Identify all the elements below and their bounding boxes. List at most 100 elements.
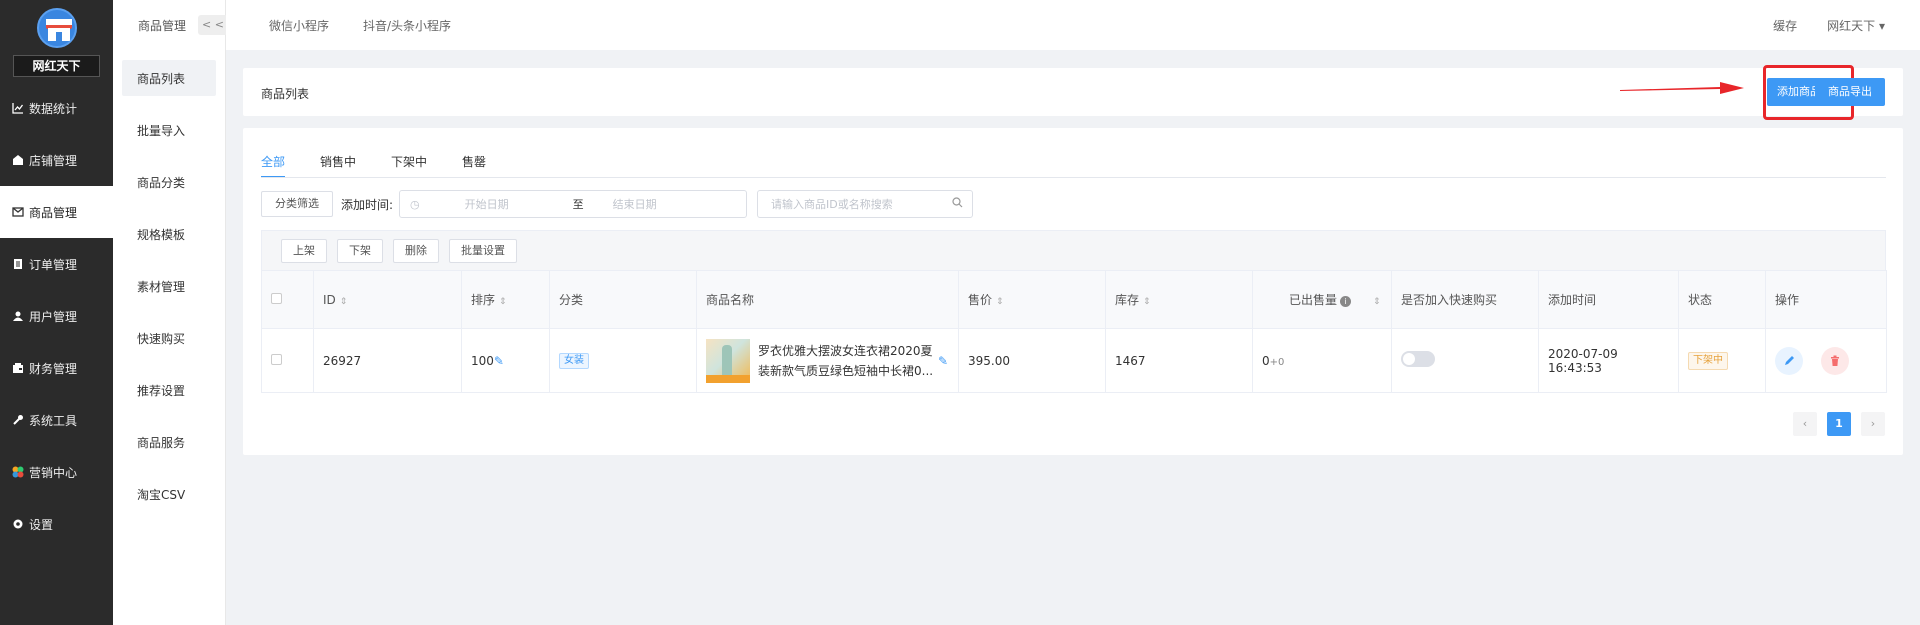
list-header-panel: 商品列表 添加商品 商品导出: [243, 65, 1903, 120]
select-all-checkbox[interactable]: [271, 292, 282, 304]
info-icon[interactable]: i: [1340, 296, 1352, 307]
col-sold[interactable]: 已出售量 i ⇕: [1252, 270, 1392, 329]
date-separator: 至: [572, 198, 584, 211]
sub-menu-item-spec-template[interactable]: 规格模板: [122, 216, 216, 252]
row-price: 395.00: [958, 328, 1106, 393]
delete-button[interactable]: 删除: [393, 238, 439, 263]
row-stock: 1467: [1105, 328, 1253, 393]
status-badge: 下架中: [1688, 351, 1728, 370]
sub-menu: 商品列表 批量导入 商品分类 规格模板 素材管理 快速购买 推荐设置 商品服务 …: [113, 50, 225, 512]
main-menu-label: 营销中心: [29, 465, 78, 480]
category-badge: 女装: [559, 353, 589, 369]
on-shelf-button[interactable]: 上架: [281, 238, 327, 263]
col-sort[interactable]: 排序 ⇕: [461, 270, 550, 329]
delete-row-button[interactable]: [1820, 346, 1849, 375]
sub-menu-item-recommend[interactable]: 推荐设置: [122, 372, 216, 408]
batch-settings-button[interactable]: 批量设置: [449, 238, 517, 263]
user-dropdown[interactable]: 网红天下 ▾: [1827, 17, 1885, 34]
sort-icon[interactable]: ⇕: [996, 297, 1004, 307]
sort-icon[interactable]: ⇕: [499, 297, 507, 307]
main-menu-item-store[interactable]: 店铺管理: [0, 134, 113, 186]
main-menu-label: 订单管理: [29, 257, 78, 272]
sub-menu-item-batch-import[interactable]: 批量导入: [122, 112, 216, 148]
prev-page-button[interactable]: ‹: [1793, 412, 1817, 436]
annotation-arrow-icon: [1620, 82, 1744, 94]
main-sidebar: 网红天下 数据统计 店铺管理 商品管理 订单管理 用户管理 财务管理 系统工具 …: [0, 0, 113, 625]
top-right-actions: 缓存 网红天下 ▾: [1743, 0, 1885, 50]
sub-menu-item-materials[interactable]: 素材管理: [122, 268, 216, 304]
row-sort-cell: 100✎: [461, 328, 550, 393]
row-added-time: 2020-07-09 16:43:53: [1538, 328, 1679, 393]
status-tabs: 全部 销售中 下架中 售罄: [261, 153, 521, 178]
main-menu-item-orders[interactable]: 订单管理: [0, 238, 113, 290]
tab-off-shelf[interactable]: 下架中: [391, 153, 427, 178]
row-actions-cell: [1765, 328, 1887, 393]
tab-sold-out[interactable]: 售罄: [462, 153, 486, 178]
row-sort-value: 100: [471, 353, 494, 368]
chart-icon: [11, 102, 24, 115]
table-header-row: ID ⇕ 排序 ⇕ 分类 商品名称 售价 ⇕ 库存 ⇕ 已出售量 i ⇕ 是否加入快速购买 …: [261, 270, 1887, 329]
export-goods-button[interactable]: 商品导出: [1815, 78, 1885, 106]
search-input[interactable]: 请输入商品ID或名称搜索: [757, 190, 974, 218]
search-placeholder: 请输入商品ID或名称搜索: [771, 198, 893, 211]
col-price[interactable]: 售价 ⇕: [958, 270, 1106, 329]
col-status: 状态: [1678, 270, 1766, 329]
quick-buy-toggle[interactable]: [1401, 351, 1435, 367]
sub-sidebar: 商品管理 < < 商品列表 批量导入 商品分类 规格模板 素材管理 快速购买 推…: [113, 0, 228, 625]
main-menu-item-goods[interactable]: 商品管理: [0, 186, 113, 238]
product-thumbnail[interactable]: [706, 338, 750, 383]
edit-sort-icon[interactable]: ✎: [494, 354, 504, 368]
sub-menu-item-taobao-csv[interactable]: 淘宝CSV: [122, 476, 216, 512]
select-all-cell: [261, 270, 314, 329]
sub-menu-item-category[interactable]: 商品分类: [122, 164, 216, 200]
main-menu-label: 用户管理: [29, 309, 78, 324]
row-name-cell: 罗衣优雅大摆波女连衣裙2020夏装新款气质豆绿色短袖中长裙0... ✎: [696, 328, 959, 393]
tab-wechat-miniprogram[interactable]: 微信小程序: [269, 17, 329, 34]
collapse-button[interactable]: < <: [198, 15, 228, 35]
clock-icon: ◷: [410, 197, 420, 211]
tab-douyin-miniprogram[interactable]: 抖音/头条小程序: [363, 17, 451, 34]
edit-name-icon[interactable]: ✎: [938, 354, 948, 368]
main-menu-label: 财务管理: [29, 361, 78, 376]
end-date-input[interactable]: 结束日期: [613, 196, 713, 212]
pencil-icon: [1785, 355, 1794, 365]
start-date-input[interactable]: 开始日期: [465, 196, 565, 212]
tab-all[interactable]: 全部: [261, 153, 286, 178]
main-menu-item-settings[interactable]: 设置: [0, 498, 113, 550]
sort-icon[interactable]: ⇕: [1143, 297, 1151, 307]
main-menu-label: 店铺管理: [29, 153, 78, 168]
main-menu-item-users[interactable]: 用户管理: [0, 290, 113, 342]
main-menu-label: 设置: [29, 517, 54, 532]
row-select-cell: [261, 328, 314, 393]
col-stock[interactable]: 库存 ⇕: [1105, 270, 1253, 329]
main-menu-item-marketing[interactable]: 营销中心: [0, 446, 113, 498]
search-icon[interactable]: [952, 197, 963, 211]
row-id: 26927: [313, 328, 462, 393]
sub-menu-item-service[interactable]: 商品服务: [122, 424, 216, 460]
off-shelf-button[interactable]: 下架: [337, 238, 383, 263]
main-menu-item-tools[interactable]: 系统工具: [0, 394, 113, 446]
main-menu-item-stats[interactable]: 数据统计: [0, 82, 113, 134]
filter-bar: 分类筛选 添加时间: ◷ 开始日期 至 结束日期 请输入商品ID或名称搜索: [261, 190, 974, 218]
sort-icon[interactable]: ⇕: [1373, 297, 1381, 307]
row-checkbox[interactable]: [271, 353, 282, 365]
col-name: 商品名称: [696, 270, 959, 329]
next-page-button[interactable]: ›: [1861, 412, 1885, 436]
col-id[interactable]: ID ⇕: [313, 270, 462, 329]
sub-menu-item-quick-buy[interactable]: 快速购买: [122, 320, 216, 356]
category-filter-button[interactable]: 分类筛选: [261, 191, 333, 217]
sub-menu-item-goods-list[interactable]: 商品列表: [122, 60, 216, 96]
edit-button[interactable]: [1775, 346, 1803, 375]
tabs-divider: [261, 177, 1886, 178]
page-title: 商品列表: [261, 87, 310, 101]
cache-button[interactable]: 缓存: [1773, 17, 1797, 34]
finance-icon: [11, 362, 24, 375]
main-menu-label: 商品管理: [29, 205, 78, 220]
sort-icon[interactable]: ⇕: [340, 297, 348, 307]
main-menu-item-finance[interactable]: 财务管理: [0, 342, 113, 394]
trash-icon: [1830, 355, 1839, 366]
tab-on-sale[interactable]: 销售中: [320, 153, 356, 178]
page-number-button[interactable]: 1: [1827, 412, 1851, 436]
sold-extra: +0: [1269, 356, 1285, 368]
date-range-picker[interactable]: ◷ 开始日期 至 结束日期: [399, 190, 748, 218]
